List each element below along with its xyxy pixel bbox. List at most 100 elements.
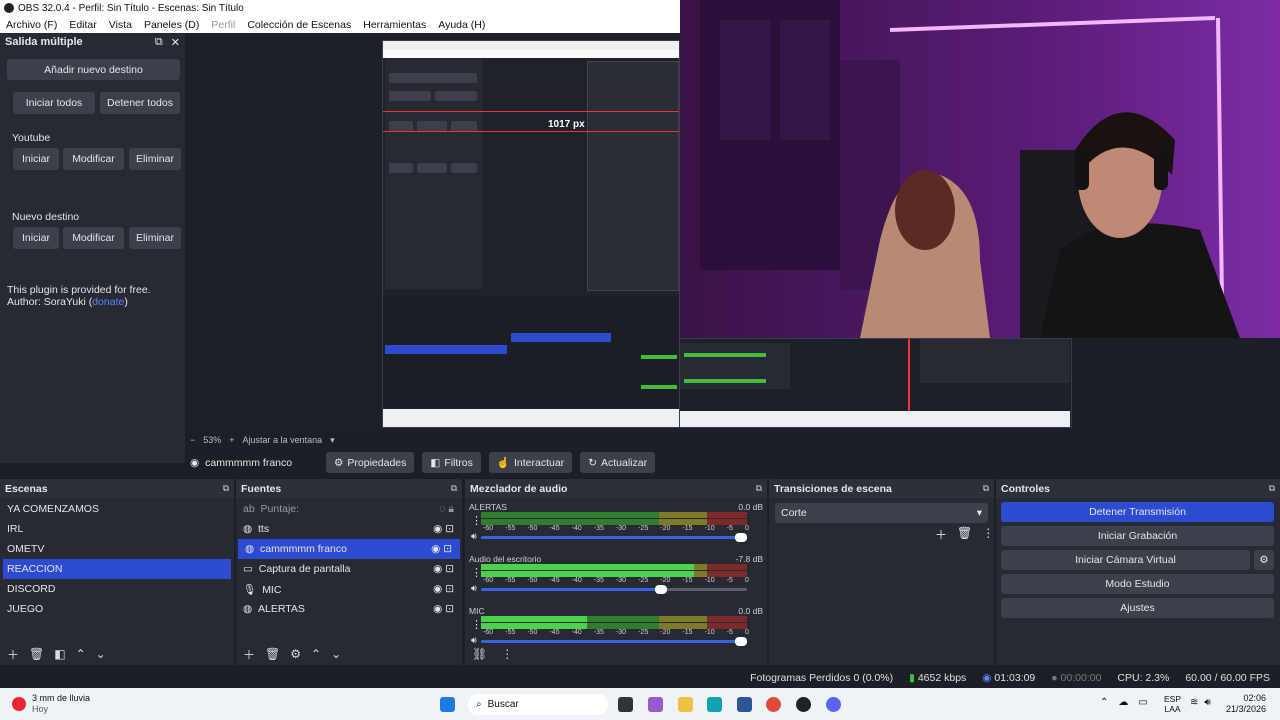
- menu-coleccion[interactable]: Colección de Escenas: [241, 19, 357, 31]
- menu-paneles[interactable]: Paneles (D): [138, 19, 205, 31]
- settings-button[interactable]: Ajustes: [1001, 598, 1274, 618]
- filters-button[interactable]: ◧ Filtros: [422, 452, 481, 473]
- obs-taskbar-icon[interactable]: [796, 697, 811, 712]
- float-dock-icon[interactable]: ⧉: [155, 36, 163, 49]
- clock[interactable]: 02:06 21/3/2026: [1226, 693, 1266, 715]
- volume-fader[interactable]: [481, 533, 747, 542]
- virtual-camera-settings[interactable]: ⚙: [1254, 550, 1274, 570]
- volume-fader[interactable]: [481, 585, 747, 594]
- arrow-down-icon[interactable]: ⌄: [96, 647, 106, 661]
- volume-icon[interactable]: 🔊︎: [1204, 697, 1210, 708]
- volume-icon[interactable]: 🔊︎: [471, 583, 477, 594]
- source-item-selected[interactable]: ◍ cammmmm franco ◉ ⊡: [238, 539, 460, 559]
- chevron-up-icon[interactable]: ⌃: [1100, 697, 1108, 708]
- destination-start-button[interactable]: Iniciar: [13, 148, 59, 170]
- menu-archivo[interactable]: Archivo (F): [0, 19, 63, 31]
- transition-select[interactable]: Corte ▾: [775, 503, 988, 523]
- source-item[interactable]: ◍ ALERTAS ◉ ⊡: [236, 599, 462, 619]
- stop-all-button[interactable]: Detener todos: [100, 92, 180, 114]
- zoom-out-button[interactable]: −: [190, 435, 195, 445]
- stream-icon: ◉: [982, 671, 992, 684]
- windows-start-icon[interactable]: [440, 697, 455, 712]
- arrow-up-icon[interactable]: ⌃: [311, 647, 321, 661]
- float-dock-icon[interactable]: ⧉: [983, 483, 989, 494]
- add-icon[interactable]: ＋: [7, 646, 19, 663]
- task-view-icon[interactable]: [618, 697, 633, 712]
- discord-icon[interactable]: [826, 697, 841, 712]
- close-icon[interactable]: ✕: [171, 36, 180, 49]
- trash-icon[interactable]: 🗑: [29, 647, 44, 661]
- destination-delete-button[interactable]: Eliminar: [129, 227, 181, 249]
- source-item[interactable]: ▭ Captura de pantalla ◉ ⊡: [236, 559, 462, 579]
- destination-modify-button[interactable]: Modificar: [63, 227, 124, 249]
- menu-editar[interactable]: Editar: [63, 19, 102, 31]
- menu-herramientas[interactable]: Herramientas: [357, 19, 432, 31]
- zoom-in-button[interactable]: +: [229, 435, 234, 445]
- eye-icon[interactable]: ◉ ⊡: [433, 563, 454, 575]
- properties-button[interactable]: ⚙ Propiedades: [326, 452, 415, 473]
- float-dock-icon[interactable]: ⧉: [451, 483, 457, 494]
- chevron-down-icon[interactable]: ▾: [330, 435, 335, 446]
- copilot-icon[interactable]: [648, 697, 663, 712]
- chrome-icon[interactable]: [766, 697, 781, 712]
- add-icon[interactable]: ＋: [243, 646, 255, 663]
- wifi-icon[interactable]: ≋: [1190, 697, 1198, 708]
- source-item[interactable]: 🎙︎ MIC ◉ ⊡: [236, 579, 462, 599]
- interact-button[interactable]: ☝ Interactuar: [488, 452, 573, 473]
- arrow-down-icon[interactable]: ⌄: [331, 647, 341, 661]
- float-dock-icon[interactable]: ⧉: [223, 483, 229, 494]
- float-dock-icon[interactable]: ⧉: [756, 483, 762, 494]
- arrow-up-icon[interactable]: ⌃: [76, 647, 86, 661]
- eye-icon[interactable]: ◉ ⊡: [433, 583, 454, 595]
- start-recording-button[interactable]: Iniciar Grabación: [1001, 526, 1274, 546]
- scene-item[interactable]: DISCORD: [0, 579, 234, 599]
- display-icon[interactable]: ▭: [1138, 697, 1147, 708]
- fader-knob[interactable]: [735, 533, 747, 542]
- eye-icon[interactable]: ◉ ⊡: [433, 523, 454, 535]
- menu-ayuda[interactable]: Ayuda (H): [432, 19, 491, 31]
- search-placeholder: Buscar: [487, 699, 519, 710]
- scene-item[interactable]: JUEGO: [0, 599, 234, 619]
- scene-item[interactable]: YA COMENZAMOS: [0, 499, 234, 519]
- more-icon[interactable]: ⋮: [982, 526, 994, 543]
- eye-icon[interactable]: ◉ ⊡: [433, 603, 454, 615]
- eye-hidden-icon[interactable]: ◌ 🔒︎: [439, 503, 454, 516]
- file-explorer-icon[interactable]: [678, 697, 693, 712]
- destination-start-button[interactable]: Iniciar: [13, 227, 59, 249]
- trash-icon[interactable]: 🗑: [957, 526, 972, 543]
- volume-icon[interactable]: 🔊︎: [471, 531, 477, 542]
- scene-item-selected[interactable]: REACCION: [3, 559, 231, 579]
- source-item[interactable]: ab Puntaje: ◌ 🔒︎: [236, 499, 462, 519]
- studio-mode-button[interactable]: Modo Estudio: [1001, 574, 1274, 594]
- weather-widget[interactable]: 3 mm de lluvia Hoy: [12, 693, 90, 715]
- refresh-button[interactable]: ↻ Actualizar: [580, 452, 656, 473]
- edge-icon[interactable]: [707, 697, 722, 712]
- destination-delete-button[interactable]: Eliminar: [129, 148, 181, 170]
- gear-icon[interactable]: ⚙: [290, 647, 301, 661]
- language-indicator[interactable]: ESP LAA: [1164, 694, 1181, 714]
- donate-link[interactable]: donate: [92, 296, 124, 308]
- store-icon[interactable]: [737, 697, 752, 712]
- taskbar-search[interactable]: ⌕ Buscar: [468, 694, 608, 715]
- cloud-icon[interactable]: ☁: [1118, 697, 1128, 708]
- scene-item[interactable]: IRL: [0, 519, 234, 539]
- source-item[interactable]: ◍ tts ◉ ⊡: [236, 519, 462, 539]
- destination-modify-button[interactable]: Modificar: [63, 148, 124, 170]
- add-icon[interactable]: ＋: [935, 526, 947, 543]
- float-dock-icon[interactable]: ⧉: [1269, 483, 1275, 494]
- trash-icon[interactable]: 🗑: [265, 647, 280, 661]
- link-icon[interactable]: ⛓: [472, 647, 487, 661]
- eye-icon[interactable]: ◉ ⊡: [431, 543, 452, 555]
- scene-item[interactable]: OMETV: [0, 539, 234, 559]
- menu-perfil[interactable]: Perfil: [205, 19, 241, 31]
- more-icon[interactable]: ⋮: [501, 647, 513, 661]
- filter-icon[interactable]: ◧: [54, 647, 65, 661]
- add-destination-button[interactable]: Añadir nuevo destino: [7, 59, 180, 80]
- fader-knob[interactable]: [655, 585, 668, 594]
- scale-tick: -45: [549, 577, 560, 584]
- virtual-camera-button[interactable]: Iniciar Cámara Virtual: [1001, 550, 1250, 570]
- stop-streaming-button[interactable]: Detener Transmisión: [1001, 502, 1274, 522]
- fit-window-label[interactable]: Ajustar a la ventana: [243, 435, 323, 445]
- menu-vista[interactable]: Vista: [103, 19, 138, 31]
- start-all-button[interactable]: Iniciar todos: [13, 92, 95, 114]
